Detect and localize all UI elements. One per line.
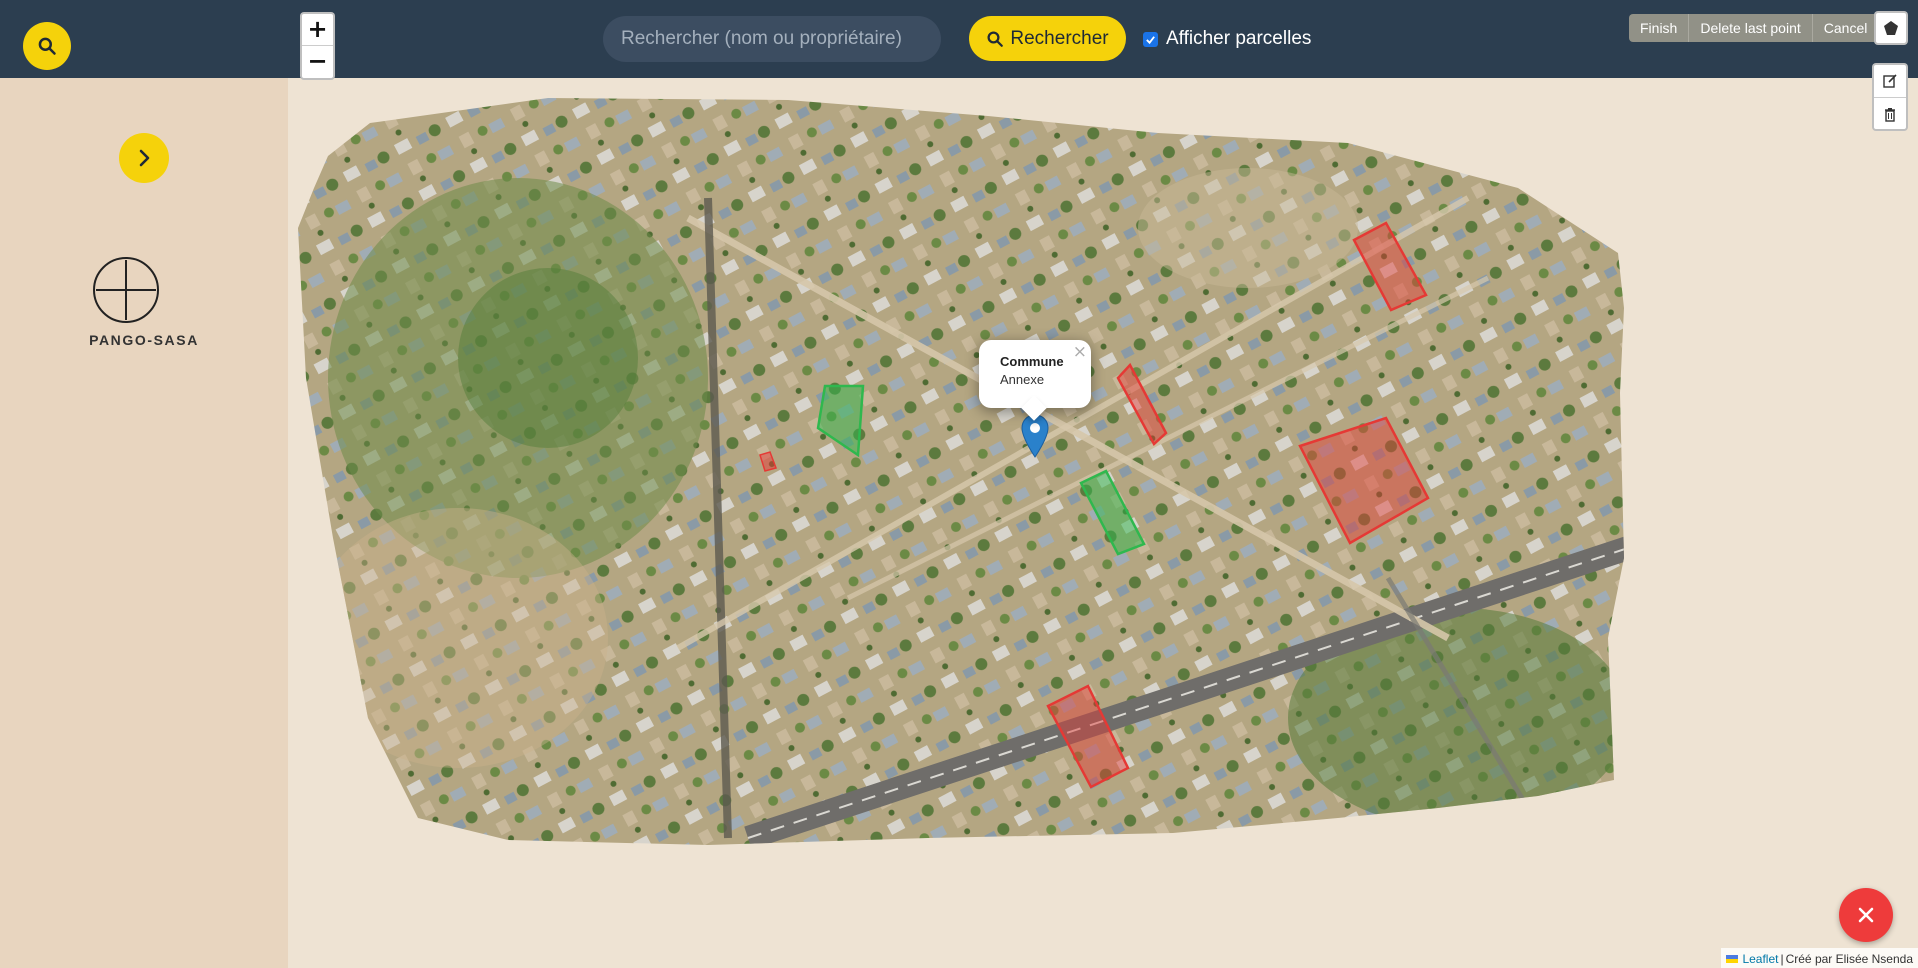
parcels-toggle-label: Afficher parcelles	[1166, 28, 1312, 49]
zoom-in-button[interactable]: +	[302, 14, 333, 46]
search-toggle-button[interactable]	[23, 22, 71, 70]
polygon-icon	[1884, 21, 1898, 35]
delete-layers-button[interactable]	[1874, 97, 1906, 129]
draw-polygon-button[interactable]	[1874, 11, 1908, 45]
popup-close-button[interactable]: ×	[1073, 342, 1087, 362]
zoom-out-button[interactable]: −	[302, 46, 333, 78]
feature-popup: × Commune Annexe	[979, 340, 1091, 408]
expand-sidebar-button[interactable]	[119, 133, 169, 183]
parcels-toggle[interactable]: Afficher parcelles	[1143, 28, 1311, 50]
attribution-credit: Créé par Elisée Nsenda	[1785, 952, 1913, 966]
popup-body: Annexe	[1000, 372, 1045, 387]
search-icon	[987, 31, 1004, 47]
search-button-label: Rechercher	[1010, 27, 1109, 49]
close-fab-button[interactable]	[1839, 888, 1893, 942]
draw-actions-bar: Finish Delete last point Cancel	[1629, 14, 1879, 42]
close-icon	[1858, 907, 1874, 923]
search-icon	[38, 37, 56, 55]
map-marker-icon[interactable]	[1021, 414, 1049, 458]
map-canvas[interactable]: × Commune Annexe	[288, 78, 1918, 968]
map-attribution: Leaflet | Créé par Elisée Nsenda	[1721, 948, 1918, 968]
search-input[interactable]	[603, 16, 941, 62]
search-button[interactable]: Rechercher	[969, 16, 1126, 61]
parcels-checkbox[interactable]	[1143, 31, 1158, 47]
edit-layers-button[interactable]	[1874, 65, 1906, 97]
sidebar: PANGO-SASA	[0, 78, 288, 968]
attribution-separator: |	[1780, 952, 1784, 966]
trash-icon	[1885, 107, 1895, 122]
delete-last-point-button[interactable]: Delete last point	[1688, 14, 1812, 42]
brand-logo	[93, 257, 159, 323]
finish-button[interactable]: Finish	[1629, 14, 1689, 42]
checkmark-icon	[1146, 35, 1155, 44]
zoom-control: + −	[300, 12, 335, 80]
aerial-orthophoto	[298, 98, 1624, 845]
ukraine-flag-icon	[1726, 955, 1739, 963]
edit-icon	[1883, 74, 1897, 88]
brand-name: PANGO-SASA	[89, 332, 199, 348]
leaflet-link[interactable]: Leaflet	[1742, 952, 1778, 966]
cancel-button[interactable]: Cancel	[1811, 14, 1879, 42]
edit-toolbar	[1872, 63, 1908, 131]
chevron-right-icon	[139, 149, 150, 167]
